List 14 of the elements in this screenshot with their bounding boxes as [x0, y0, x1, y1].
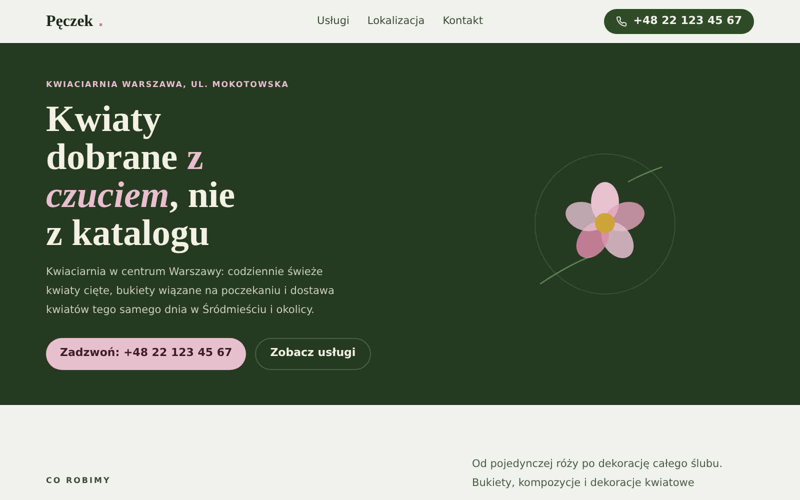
call-button[interactable]: Zadzwoń: +48 22 123 45 67: [46, 338, 246, 370]
phone-button[interactable]: +48 22 123 45 67: [604, 9, 754, 34]
services-button[interactable]: Zobacz usługi: [255, 338, 371, 370]
services-intro: Od pojedynczej róży po dekorację całego ślubu. Bukiety, kompozycje i dekoracje kwiatowe: [472, 457, 724, 491]
nav-link[interactable]: Usługi: [317, 14, 350, 30]
phone-icon: [616, 16, 628, 27]
section-eyebrow: CO ROBIMY: [46, 475, 111, 487]
logo-dot: .: [98, 12, 104, 32]
hero-lead: Kwiaciarnia w centrum Warszawy: codziennie świeże kwiaty cięte, bukiety wiązane na poczekaniu i dostawa kwiatów tego samego dnia w Śródmieściu i okolicy.: [46, 264, 336, 318]
hero-title: Kwiaty dobrane z czuciem, nie z katalogu: [46, 100, 236, 252]
logo[interactable]: Pęczek: [46, 10, 94, 34]
nav-link[interactable]: Lokalizacja: [367, 14, 425, 30]
eyebrow: KWIACIARNIA WARSZAWA, UL. MOKOTOWSKA: [46, 78, 290, 90]
nav-link[interactable]: Kontakt: [442, 14, 483, 30]
